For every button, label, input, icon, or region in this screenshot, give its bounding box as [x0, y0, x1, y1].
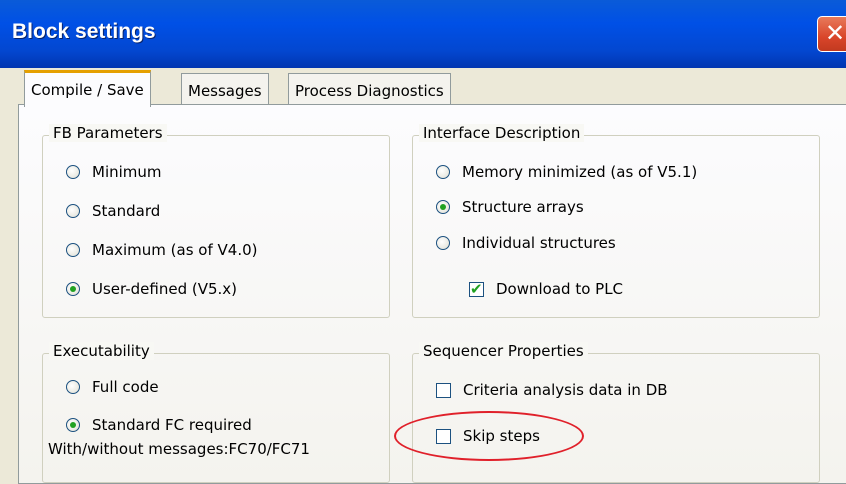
close-button[interactable]: ✕: [817, 16, 846, 52]
option-label: User-defined (V5.x): [92, 280, 238, 298]
radio-individual-structures[interactable]: Individual structures: [436, 234, 616, 252]
option-label: Structure arrays: [462, 198, 584, 216]
radio-button-selected[interactable]: [436, 200, 450, 214]
tab-compile-save[interactable]: Compile / Save: [24, 70, 151, 107]
option-label: Standard: [92, 202, 161, 220]
option-label: Maximum (as of V4.0): [92, 241, 258, 259]
group-label: Executability: [49, 342, 154, 360]
window-title: Block settings: [12, 20, 156, 43]
radio-memory-minimized[interactable]: Memory minimized (as of V5.1): [436, 163, 697, 181]
option-label: Download to PLC: [496, 280, 624, 298]
radio-minimum[interactable]: Minimum: [66, 163, 162, 181]
executability-note: With/without messages:FC70/FC71: [48, 440, 310, 458]
option-label: Memory minimized (as of V5.1): [462, 163, 698, 181]
option-label: Individual structures: [462, 234, 616, 252]
radio-button[interactable]: [436, 165, 450, 179]
checkbox[interactable]: [436, 382, 451, 398]
radio-standard-fc[interactable]: Standard FC required: [66, 416, 252, 434]
radio-maximum[interactable]: Maximum (as of V4.0): [66, 241, 258, 259]
option-label: Standard FC required: [92, 416, 252, 434]
group-label: Sequencer Properties: [419, 342, 588, 360]
radio-button[interactable]: [66, 243, 80, 257]
radio-user-defined[interactable]: User-defined (V5.x): [66, 280, 237, 298]
radio-standard[interactable]: Standard: [66, 202, 160, 220]
tab-label: Messages: [188, 82, 262, 100]
group-label: Interface Description: [419, 124, 585, 142]
close-icon: ✕: [825, 19, 846, 47]
radio-full-code[interactable]: Full code: [66, 378, 159, 396]
tab-process-diagnostics[interactable]: Process Diagnostics: [288, 73, 451, 105]
checkbox-download-to-plc[interactable]: Download to PLC: [469, 280, 623, 298]
highlight-ellipse: [394, 411, 584, 461]
radio-button[interactable]: [436, 236, 450, 250]
tab-label: Compile / Save: [31, 81, 144, 99]
tab-label: Process Diagnostics: [295, 82, 444, 100]
checkbox-criteria-analysis[interactable]: Criteria analysis data in DB: [436, 381, 668, 399]
radio-button-selected[interactable]: [66, 282, 80, 296]
group-label: FB Parameters: [49, 124, 167, 142]
radio-button-selected[interactable]: [66, 418, 80, 432]
checkbox-checked[interactable]: [469, 280, 484, 298]
radio-button[interactable]: [66, 380, 80, 394]
tab-messages[interactable]: Messages: [181, 73, 269, 105]
option-label: Minimum: [92, 163, 162, 181]
radio-structure-arrays[interactable]: Structure arrays: [436, 198, 584, 216]
option-label: Full code: [92, 378, 159, 396]
radio-button[interactable]: [66, 165, 80, 179]
radio-button[interactable]: [66, 204, 80, 218]
option-label: Criteria analysis data in DB: [463, 381, 668, 399]
title-bar[interactable]: Block settings ✕: [0, 0, 846, 68]
